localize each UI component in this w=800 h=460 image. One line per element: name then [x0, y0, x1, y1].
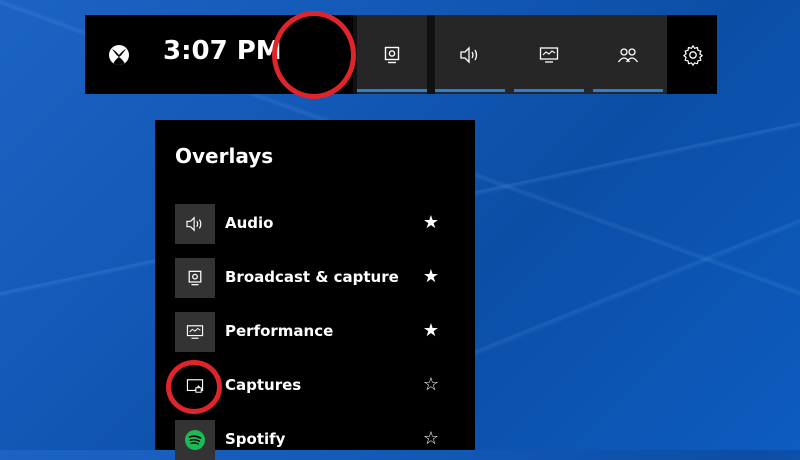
- widget-broadcast-capture-button[interactable]: [357, 15, 427, 94]
- favorite-star-outline-icon[interactable]: ☆: [423, 374, 439, 396]
- widget-performance-button[interactable]: [514, 15, 584, 94]
- speaker-icon: [175, 204, 215, 244]
- overlay-item-spotify[interactable]: Spotify ☆: [175, 420, 455, 460]
- webcam-icon: [175, 258, 215, 298]
- overlay-item-captures[interactable]: Captures ☆: [175, 366, 455, 406]
- favorite-star-icon[interactable]: ★: [423, 212, 439, 234]
- speaker-icon: [460, 45, 478, 64]
- settings-button[interactable]: [669, 15, 717, 94]
- gear-icon: [683, 44, 703, 66]
- clock: 3:07 PM: [163, 36, 282, 66]
- overlay-item-label: Spotify: [225, 430, 286, 448]
- overlay-item-label: Performance: [225, 322, 334, 340]
- widget-social-button[interactable]: [593, 15, 663, 94]
- favorite-star-icon[interactable]: ★: [423, 320, 439, 342]
- gallery-icon: [175, 366, 215, 406]
- spotify-icon: [175, 420, 215, 460]
- game-bar: 3:07 PM: [85, 15, 717, 94]
- active-indicator: [514, 89, 584, 92]
- active-indicator: [357, 89, 427, 92]
- monitor-graph-icon: [175, 312, 215, 352]
- overlay-item-label: Captures: [225, 376, 302, 394]
- overlay-item-broadcast-capture[interactable]: Broadcast & capture ★: [175, 258, 455, 298]
- overlay-item-performance[interactable]: Performance ★: [175, 312, 455, 352]
- overlay-item-label: Broadcast & capture: [225, 268, 399, 286]
- overlay-item-audio[interactable]: Audio ★: [175, 204, 455, 244]
- webcam-icon: [384, 46, 400, 63]
- monitor-graph-icon: [539, 46, 559, 63]
- xbox-logo-icon[interactable]: [103, 39, 135, 71]
- favorite-star-icon[interactable]: ★: [423, 266, 439, 288]
- active-indicator: [593, 89, 663, 92]
- overlays-panel: Overlays Audio ★ Broadcast & capture ★ P…: [155, 120, 475, 460]
- overlay-item-label: Audio: [225, 214, 274, 232]
- people-icon: [617, 47, 639, 62]
- active-indicator: [435, 89, 505, 92]
- game-bar-home: 3:07 PM: [85, 15, 353, 94]
- widget-audio-button[interactable]: [435, 15, 505, 94]
- panel-title: Overlays: [175, 144, 274, 168]
- favorite-star-outline-icon[interactable]: ☆: [423, 428, 439, 450]
